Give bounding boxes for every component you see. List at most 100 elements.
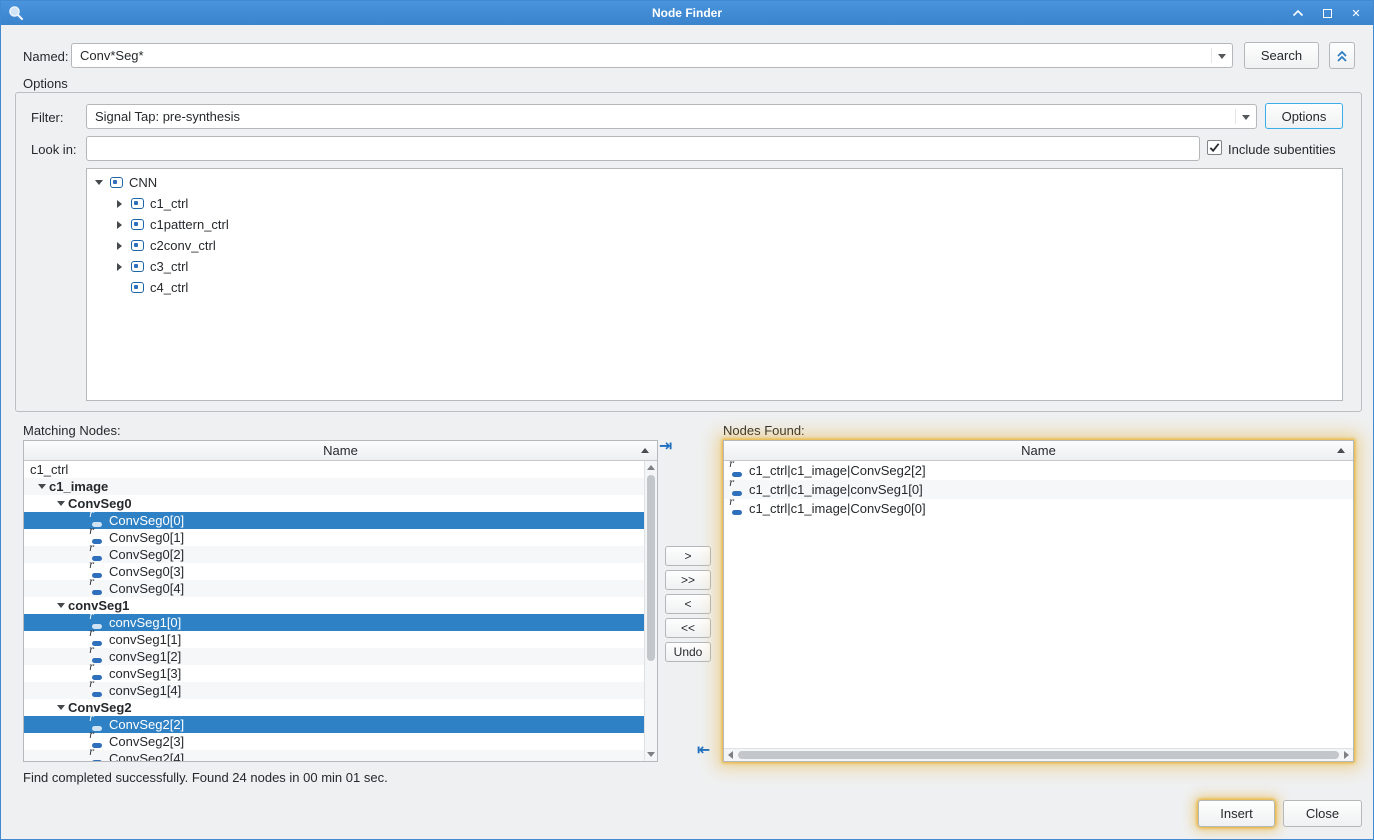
collapse-arrow-icon[interactable] xyxy=(34,479,49,494)
scrollbar-handle[interactable] xyxy=(738,751,1339,759)
found-name-column-header[interactable]: Name xyxy=(724,441,1353,461)
move-all-right-button[interactable]: >> xyxy=(665,570,711,590)
matching-node-row[interactable]: ConvSeg0 xyxy=(24,495,644,512)
expand-arrow-icon[interactable] xyxy=(112,196,127,211)
collapse-arrow-icon[interactable] xyxy=(53,598,68,613)
register-letter: r xyxy=(89,578,94,588)
matching-node-row[interactable]: rconvSeg1[1] xyxy=(24,631,644,648)
collapse-arrow-icon[interactable] xyxy=(53,496,68,511)
close-button[interactable]: Close xyxy=(1283,800,1362,827)
expand-arrow-icon[interactable] xyxy=(112,238,127,253)
matching-node-row[interactable]: rconvSeg1[2] xyxy=(24,648,644,665)
matching-node-row[interactable]: r convSeg1[4] xyxy=(24,682,644,699)
window-title: Node Finder xyxy=(652,6,722,20)
filter-combobox[interactable]: Signal Tap: pre-synthesis xyxy=(86,104,1257,129)
tree-item[interactable]: c2conv_ctrl xyxy=(87,235,1342,256)
matching-node-label: ConvSeg0[1] xyxy=(109,530,184,545)
found-node-row[interactable]: rc1_ctrl|c1_image|convSeg1[0] xyxy=(724,480,1353,499)
collapse-arrow-icon[interactable] xyxy=(91,175,106,190)
collapse-arrow-icon[interactable] xyxy=(53,700,68,715)
chevron-up-icon xyxy=(1292,9,1304,17)
move-right-button[interactable]: > xyxy=(665,546,711,566)
register-node-icon: r xyxy=(88,582,104,595)
register-letter: r xyxy=(89,748,94,758)
tree-item-label: c1pattern_ctrl xyxy=(150,217,229,232)
entity-icon xyxy=(131,240,144,251)
matching-node-row[interactable]: r convSeg1[0] xyxy=(24,614,644,631)
matching-node-label: ConvSeg2[3] xyxy=(109,734,184,749)
matching-node-label: convSeg1[2] xyxy=(109,649,181,664)
matching-node-row[interactable]: rConvSeg0[1] xyxy=(24,529,644,546)
column-header-label: Name xyxy=(1021,443,1056,458)
chevron-down-icon[interactable] xyxy=(1218,54,1226,59)
matching-node-row[interactable]: r ConvSeg2[3] xyxy=(24,733,644,750)
collapse-options-button[interactable] xyxy=(1329,42,1355,69)
matching-node-row[interactable]: rConvSeg0[0] xyxy=(24,512,644,529)
matching-node-label: convSeg1 xyxy=(68,598,129,613)
scroll-down-icon[interactable] xyxy=(647,752,655,757)
register-letter: r xyxy=(89,731,94,741)
matching-node-row[interactable]: rConvSeg0[3] xyxy=(24,563,644,580)
scrollbar-handle[interactable] xyxy=(647,475,655,661)
found-horizontal-scrollbar[interactable] xyxy=(724,748,1353,761)
register-letter: r xyxy=(89,714,94,724)
nodes-found-table: Name rc1_ctrl|c1_image|ConvSeg2[2]rc1_ct… xyxy=(723,440,1354,762)
hierarchy-tree[interactable]: CNN c1_ctrl c1pattern_ctrl c2conv_ctrlc3_ct… xyxy=(86,168,1343,401)
register-pill xyxy=(92,760,102,761)
tree-item-label: CNN xyxy=(129,175,157,190)
matching-node-row[interactable]: rConvSeg0[4] xyxy=(24,580,644,597)
scroll-left-icon[interactable] xyxy=(728,751,733,759)
matching-node-row[interactable]: rconvSeg1[3] xyxy=(24,665,644,682)
matching-node-row[interactable]: c1_ctrl xyxy=(24,461,644,478)
include-subentities-checkbox[interactable] xyxy=(1207,140,1222,155)
tree-item[interactable]: c1_ctrl xyxy=(87,193,1342,214)
nodes-found-rows: rc1_ctrl|c1_image|ConvSeg2[2]rc1_ctrl|c1… xyxy=(724,461,1353,748)
maximize-button[interactable] xyxy=(1320,6,1334,20)
move-all-left-button[interactable]: << xyxy=(665,618,711,638)
matching-node-row[interactable]: rConvSeg2[4] xyxy=(24,750,644,761)
search-button[interactable]: Search xyxy=(1244,42,1319,69)
named-label: Named: xyxy=(23,49,69,64)
scroll-right-icon[interactable] xyxy=(1344,751,1349,759)
matching-node-row[interactable]: ConvSeg2 xyxy=(24,699,644,716)
register-letter: r xyxy=(729,461,734,470)
look-in-label: Look in: xyxy=(31,142,77,157)
register-letter: r xyxy=(89,612,94,622)
register-letter: r xyxy=(89,663,94,673)
matching-node-row[interactable]: c1_image xyxy=(24,478,644,495)
filter-options-button[interactable]: Options xyxy=(1265,103,1343,129)
expand-arrow-icon[interactable] xyxy=(112,259,127,274)
move-left-button[interactable]: < xyxy=(665,594,711,614)
undo-button[interactable]: Undo xyxy=(665,642,711,662)
close-window-button[interactable]: ✕ xyxy=(1349,6,1363,20)
matching-node-row[interactable]: convSeg1 xyxy=(24,597,644,614)
chevron-down-icon[interactable] xyxy=(1242,115,1250,120)
entity-icon xyxy=(131,198,144,209)
expand-arrow-icon[interactable] xyxy=(112,217,127,232)
keep-above-button[interactable] xyxy=(1291,6,1305,20)
matching-node-row[interactable]: rConvSeg0[2] xyxy=(24,546,644,563)
tree-item[interactable]: c4_ctrl xyxy=(87,277,1342,298)
matching-node-row[interactable]: rConvSeg2[2] xyxy=(24,716,644,733)
window-controls: ✕ xyxy=(1291,1,1363,25)
register-letter: r xyxy=(89,680,94,690)
named-combobox[interactable]: Conv*Seg* xyxy=(71,43,1233,68)
found-node-row[interactable]: rc1_ctrl|c1_image|ConvSeg0[0] xyxy=(724,499,1353,518)
matching-node-label: ConvSeg0[0] xyxy=(109,513,184,528)
insert-button[interactable]: Insert xyxy=(1198,800,1275,827)
matching-name-column-header[interactable]: Name xyxy=(24,441,657,461)
matching-vertical-scrollbar[interactable] xyxy=(644,461,657,761)
matching-node-label: convSeg1[4] xyxy=(109,683,181,698)
tree-item[interactable]: c3_ctrl xyxy=(87,256,1342,277)
register-letter: r xyxy=(729,498,734,508)
matching-node-label: convSeg1[0] xyxy=(109,615,181,630)
move-all-right-bar-icon[interactable]: ⇥ xyxy=(659,438,672,454)
filter-value: Signal Tap: pre-synthesis xyxy=(95,109,240,124)
found-node-row[interactable]: rc1_ctrl|c1_image|ConvSeg2[2] xyxy=(724,461,1353,480)
tree-item[interactable]: c1pattern_ctrl xyxy=(87,214,1342,235)
look-in-input[interactable] xyxy=(86,136,1200,161)
move-all-left-bar-icon[interactable]: ⇤ xyxy=(697,742,710,758)
tree-item[interactable]: CNN xyxy=(87,172,1342,193)
found-node-label: c1_ctrl|c1_image|convSeg1[0] xyxy=(749,482,923,497)
scroll-up-icon[interactable] xyxy=(647,465,655,470)
